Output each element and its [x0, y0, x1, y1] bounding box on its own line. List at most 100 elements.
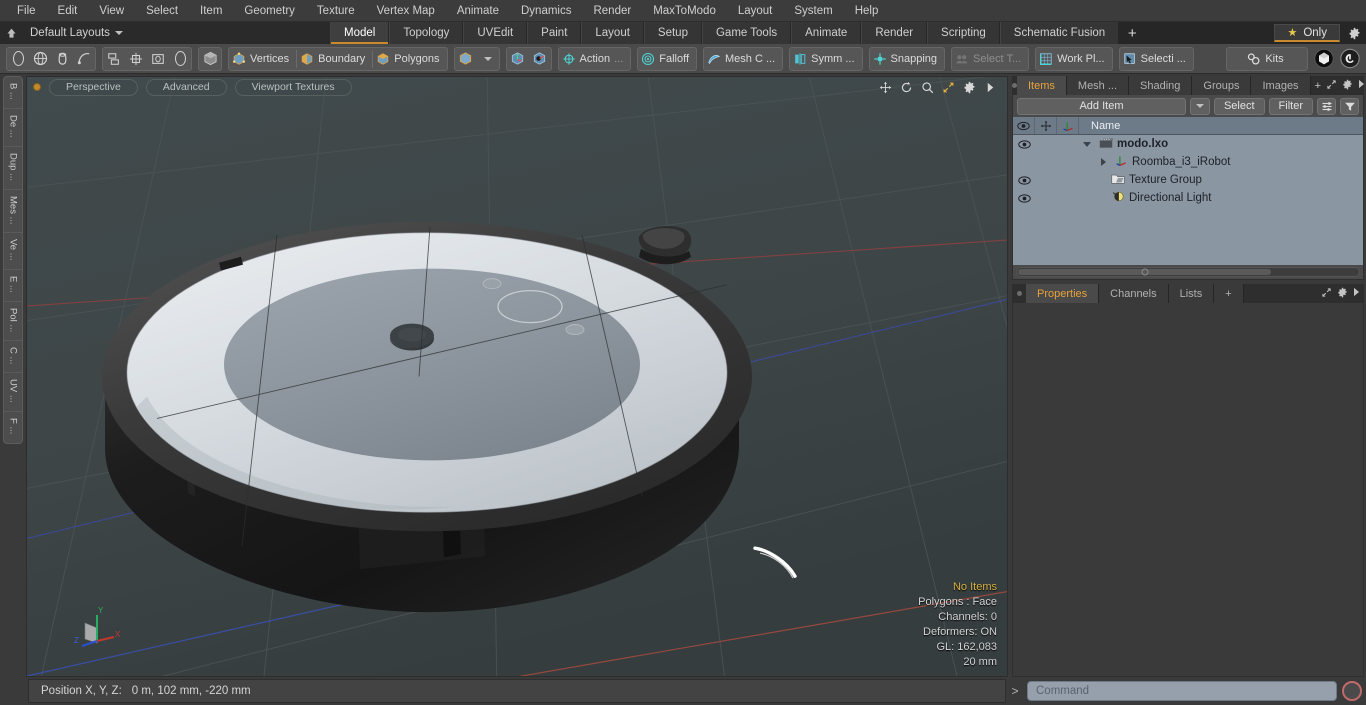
align-icon[interactable] [103, 48, 125, 70]
tab-schematic-fusion[interactable]: Schematic Fusion [999, 22, 1120, 44]
perspective-viewport[interactable]: Perspective Advanced Viewport Textures Y… [26, 76, 1008, 677]
axis-gizmo-icon[interactable] [507, 48, 529, 70]
tab-images[interactable]: Images [1251, 76, 1311, 95]
scrollbar-thumb[interactable] [1018, 269, 1272, 275]
tab-properties[interactable]: Properties [1026, 284, 1100, 303]
add-layout-tab-button[interactable]: + [1119, 22, 1146, 44]
falloff-button[interactable]: Falloff [638, 48, 696, 70]
tab-layout[interactable]: Layout [581, 22, 644, 44]
tab-lists[interactable]: Lists [1168, 284, 1215, 303]
tab-channels[interactable]: Channels [1099, 284, 1169, 303]
menu-view[interactable]: View [88, 0, 135, 22]
horizontal-scrollbar[interactable] [1016, 267, 1360, 277]
tab-animate[interactable]: Animate [791, 22, 862, 44]
left-tab-uv[interactable]: UV ... [4, 373, 22, 413]
menu-vertex-map[interactable]: Vertex Map [366, 0, 446, 22]
tab-uvedit[interactable]: UVEdit [463, 22, 528, 44]
tab-game-tools[interactable]: Game Tools [701, 22, 792, 44]
modo-logo-icon[interactable] [1311, 48, 1337, 70]
menu-help[interactable]: Help [844, 0, 890, 22]
select-button[interactable]: Select [1213, 97, 1265, 115]
panel-handle-dot[interactable] [1012, 284, 1026, 303]
table-row[interactable]: modo.lxo [1013, 135, 1363, 153]
vertices-mode-button[interactable]: Vertices [229, 48, 296, 70]
row-visibility-toggle[interactable] [1013, 139, 1035, 149]
tab-setup[interactable]: Setup [643, 22, 702, 44]
menu-edit[interactable]: Edit [47, 0, 89, 22]
left-tab-mesh-edit[interactable]: Mes ... [4, 190, 22, 234]
tab-mesh[interactable]: Mesh ... [1066, 76, 1130, 95]
menu-system[interactable]: System [783, 0, 843, 22]
circle-primitive-icon[interactable] [7, 48, 29, 70]
table-row[interactable]: Directional Light [1013, 189, 1363, 207]
tab-topology[interactable]: Topology [389, 22, 464, 44]
rotate-icon[interactable] [899, 80, 913, 94]
select-through-button[interactable]: Select T... [952, 48, 1028, 70]
zoom-icon[interactable] [920, 80, 934, 94]
cube-icon[interactable] [455, 48, 477, 70]
unreal-engine-icon[interactable] [1337, 48, 1363, 70]
menu-texture[interactable]: Texture [306, 0, 366, 22]
menu-dynamics[interactable]: Dynamics [510, 0, 582, 22]
square-icon[interactable] [147, 48, 169, 70]
menu-maxtomodo[interactable]: MaxToModo [642, 0, 727, 22]
snapping-button[interactable]: Snapping [870, 48, 945, 70]
add-panel-tab-button[interactable]: + [1214, 284, 1244, 303]
row-visibility-toggle[interactable] [1013, 175, 1035, 185]
tab-render[interactable]: Render [861, 22, 928, 44]
panel-more-arrow-icon[interactable] [1358, 79, 1365, 92]
tab-shading[interactable]: Shading [1129, 76, 1193, 95]
viewport-settings-gear-icon[interactable] [962, 80, 976, 94]
viewport-textures-selector[interactable]: Viewport Textures [234, 78, 352, 96]
left-tab-polygon[interactable]: Pol ... [4, 302, 22, 341]
only-toggle-button[interactable]: ★ Only [1274, 24, 1340, 42]
symmetry-button[interactable]: Symm ... [790, 48, 861, 70]
funnel-icon[interactable] [1340, 97, 1359, 115]
polygons-mode-button[interactable]: Polygons [373, 48, 446, 70]
boundary-mode-button[interactable]: Boundary [297, 48, 372, 70]
list-options-icon[interactable] [1317, 97, 1336, 115]
viewport-projection-selector[interactable]: Perspective [49, 78, 138, 96]
tab-scripting[interactable]: Scripting [927, 22, 1000, 44]
left-tab-basic[interactable]: B ... [4, 77, 22, 109]
left-tab-vertex[interactable]: Ve ... [4, 233, 22, 270]
row-visibility-toggle[interactable] [1013, 193, 1035, 203]
items-tree[interactable]: modo.lxo Roomba_i3_iRobot Texture Group … [1013, 135, 1363, 265]
gear-icon[interactable] [1344, 23, 1364, 43]
ellipse-icon[interactable] [169, 48, 191, 70]
selection-set-button[interactable]: Selecti ... [1120, 48, 1193, 70]
menu-geometry[interactable]: Geometry [233, 0, 306, 22]
viewport-more-arrow-icon[interactable] [983, 80, 997, 94]
table-row[interactable]: Texture Group [1013, 171, 1363, 189]
tab-groups[interactable]: Groups [1192, 76, 1252, 95]
menu-render[interactable]: Render [582, 0, 642, 22]
left-tab-deform[interactable]: De ... [4, 109, 22, 147]
expand-collapse-icon[interactable] [1083, 141, 1091, 147]
expand-panel-icon[interactable] [1326, 79, 1337, 93]
pan-icon[interactable] [878, 80, 892, 94]
menu-layout[interactable]: Layout [727, 0, 784, 22]
layout-name-dropdown[interactable]: Default Layouts [22, 27, 123, 39]
fit-icon[interactable] [941, 80, 955, 94]
left-tab-duplicate[interactable]: Dup ... [4, 147, 22, 190]
chevron-down-icon[interactable] [1189, 97, 1210, 115]
table-row[interactable]: Roomba_i3_iRobot [1013, 153, 1363, 171]
tab-model[interactable]: Model [330, 22, 390, 44]
menu-item[interactable]: Item [189, 0, 233, 22]
item-mode-icon[interactable] [199, 48, 221, 70]
left-tab-fusion[interactable]: F ... [4, 412, 22, 442]
kits-button[interactable]: Kits [1227, 48, 1307, 70]
viewport-shading-selector[interactable]: Advanced [145, 78, 227, 96]
left-tab-curve[interactable]: C ... [4, 341, 22, 374]
filter-button[interactable]: Filter [1268, 97, 1313, 115]
home-icon[interactable] [0, 22, 22, 44]
tab-paint[interactable]: Paint [527, 22, 582, 44]
action-center-button[interactable]: Action ... [559, 48, 631, 70]
capsule-primitive-icon[interactable] [51, 48, 73, 70]
menu-animate[interactable]: Animate [446, 0, 510, 22]
add-tab-icon[interactable]: + [1315, 80, 1321, 92]
add-item-button[interactable]: Add Item [1017, 97, 1186, 115]
mesh-constraint-button[interactable]: Mesh C ... [704, 48, 782, 70]
expand-collapse-icon[interactable] [1101, 158, 1106, 166]
curve-primitive-icon[interactable] [73, 48, 95, 70]
